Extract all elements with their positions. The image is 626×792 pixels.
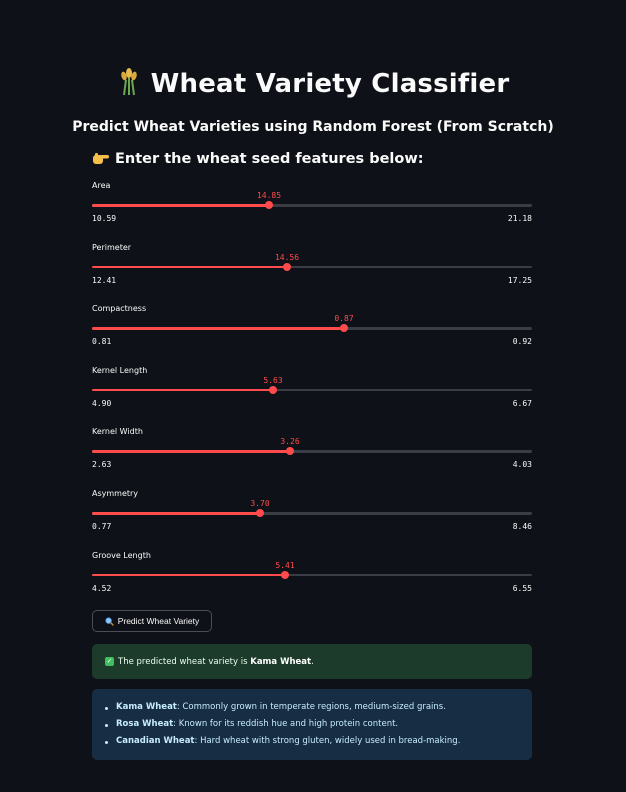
wheat-icon bbox=[120, 68, 137, 96]
slider-max: 0.92 bbox=[512, 337, 532, 347]
info-item-name: Rosa Wheat bbox=[116, 719, 174, 729]
info-item-name: Canadian Wheat bbox=[116, 736, 195, 746]
slider-area: Area 14.85 10.59 21.18 bbox=[92, 181, 532, 231]
slider-max: 8.46 bbox=[512, 522, 532, 531]
slider-track[interactable] bbox=[92, 385, 532, 394]
slider-fill bbox=[92, 450, 290, 453]
pointing-hand-icon bbox=[93, 153, 109, 164]
slider-fill bbox=[92, 573, 285, 577]
slider-label: Compactness bbox=[92, 304, 147, 314]
variety-info-box: Kama Wheat: Commonly grown in temperate … bbox=[92, 689, 532, 760]
slider-min: 2.63 bbox=[92, 460, 112, 470]
info-item-rosa: Rosa Wheat: Known for its reddish hue an… bbox=[104, 716, 532, 733]
info-item-desc: : Commonly grown in temperate regions, m… bbox=[176, 702, 446, 712]
slider-fill bbox=[92, 204, 269, 207]
slider-max: 6.55 bbox=[512, 583, 532, 593]
slider-min: 12.41 bbox=[92, 275, 117, 285]
slider-perimeter: Perimeter 14.56 12.41 17.25 bbox=[92, 243, 532, 293]
info-item-canadian: Canadian Wheat: Hard wheat with strong g… bbox=[104, 733, 532, 750]
slider-track[interactable] bbox=[92, 570, 532, 579]
slider-track[interactable] bbox=[92, 324, 532, 333]
predict-button-label: Predict Wheat Variety bbox=[117, 616, 200, 626]
slider-thumb[interactable] bbox=[283, 262, 291, 271]
predict-button[interactable]: Predict Wheat Variety bbox=[92, 610, 212, 632]
slider-fill bbox=[92, 388, 273, 392]
result-variety: Kama Wheat bbox=[250, 656, 312, 667]
info-item-desc: : Hard wheat with strong gluten, widely … bbox=[194, 736, 461, 746]
slider-value: 5.41 bbox=[275, 560, 295, 570]
slider-value: 14.56 bbox=[274, 252, 300, 262]
slider-value: 5.63 bbox=[263, 375, 283, 385]
slider-asymmetry: Asymmetry 3.70 0.77 8.46 bbox=[92, 489, 532, 539]
slider-max: 6.67 bbox=[512, 398, 532, 408]
slider-label: Perimeter bbox=[92, 242, 132, 252]
slider-kernel-width: Kernel Width 3.26 2.63 4.03 bbox=[92, 427, 532, 477]
slider-max: 21.18 bbox=[507, 214, 532, 223]
title-text: Wheat Variety Classifier bbox=[150, 69, 510, 99]
slider-label: Kernel Width bbox=[92, 427, 143, 437]
slider-min: 10.59 bbox=[92, 214, 117, 223]
form-prompt-text: Enter the wheat seed features below: bbox=[115, 151, 424, 167]
slider-fill bbox=[92, 512, 260, 515]
slider-value: 14.85 bbox=[256, 191, 282, 200]
slider-label: Groove Length bbox=[92, 550, 151, 560]
magnifier-icon bbox=[105, 616, 114, 626]
info-item-name: Kama Wheat bbox=[116, 702, 177, 712]
form-prompt: Enter the wheat seed features below: bbox=[92, 151, 424, 167]
slider-track[interactable] bbox=[92, 509, 532, 517]
slider-value: 3.70 bbox=[250, 499, 270, 508]
slider-min: 0.81 bbox=[92, 337, 112, 347]
slider-label: Asymmetry bbox=[92, 489, 139, 498]
slider-label: Kernel Length bbox=[92, 365, 148, 375]
slider-track[interactable] bbox=[92, 262, 532, 271]
slider-thumb[interactable] bbox=[269, 385, 277, 394]
info-item-kama: Kama Wheat: Commonly grown in temperate … bbox=[104, 699, 532, 716]
slider-kernel-length: Kernel Length 5.63 4.90 6.67 bbox=[92, 366, 532, 416]
slider-fill bbox=[92, 327, 344, 330]
slider-value: 0.87 bbox=[334, 314, 354, 324]
info-item-desc: : Known for its reddish hue and high pro… bbox=[173, 719, 399, 729]
prediction-result: ✓ The predicted wheat variety is Kama Wh… bbox=[92, 644, 532, 679]
slider-min: 0.77 bbox=[92, 522, 112, 531]
slider-min: 4.52 bbox=[92, 583, 112, 593]
slider-max: 4.03 bbox=[512, 460, 532, 470]
slider-value: 3.26 bbox=[280, 437, 300, 447]
slider-compactness: Compactness 0.87 0.81 0.92 bbox=[92, 304, 532, 354]
slider-track[interactable] bbox=[92, 447, 532, 456]
slider-max: 17.25 bbox=[507, 275, 532, 285]
slider-label: Area bbox=[92, 181, 111, 190]
slider-min: 4.90 bbox=[92, 398, 112, 408]
slider-groove-length: Groove Length 5.41 4.52 6.55 bbox=[92, 551, 532, 601]
slider-thumb[interactable] bbox=[340, 324, 348, 333]
page-subtitle: Predict Wheat Varieties using Random For… bbox=[72, 119, 554, 135]
slider-thumb[interactable] bbox=[265, 201, 273, 209]
slider-thumb[interactable] bbox=[256, 509, 264, 517]
slider-thumb[interactable] bbox=[286, 447, 294, 456]
check-icon: ✓ bbox=[105, 657, 114, 666]
slider-thumb[interactable] bbox=[281, 570, 289, 579]
slider-fill bbox=[92, 265, 287, 269]
page-title: Wheat Variety Classifier bbox=[0, 68, 626, 99]
slider-track[interactable] bbox=[92, 201, 532, 209]
result-prefix: The predicted wheat variety is bbox=[118, 656, 248, 667]
result-suffix: . bbox=[311, 656, 314, 667]
